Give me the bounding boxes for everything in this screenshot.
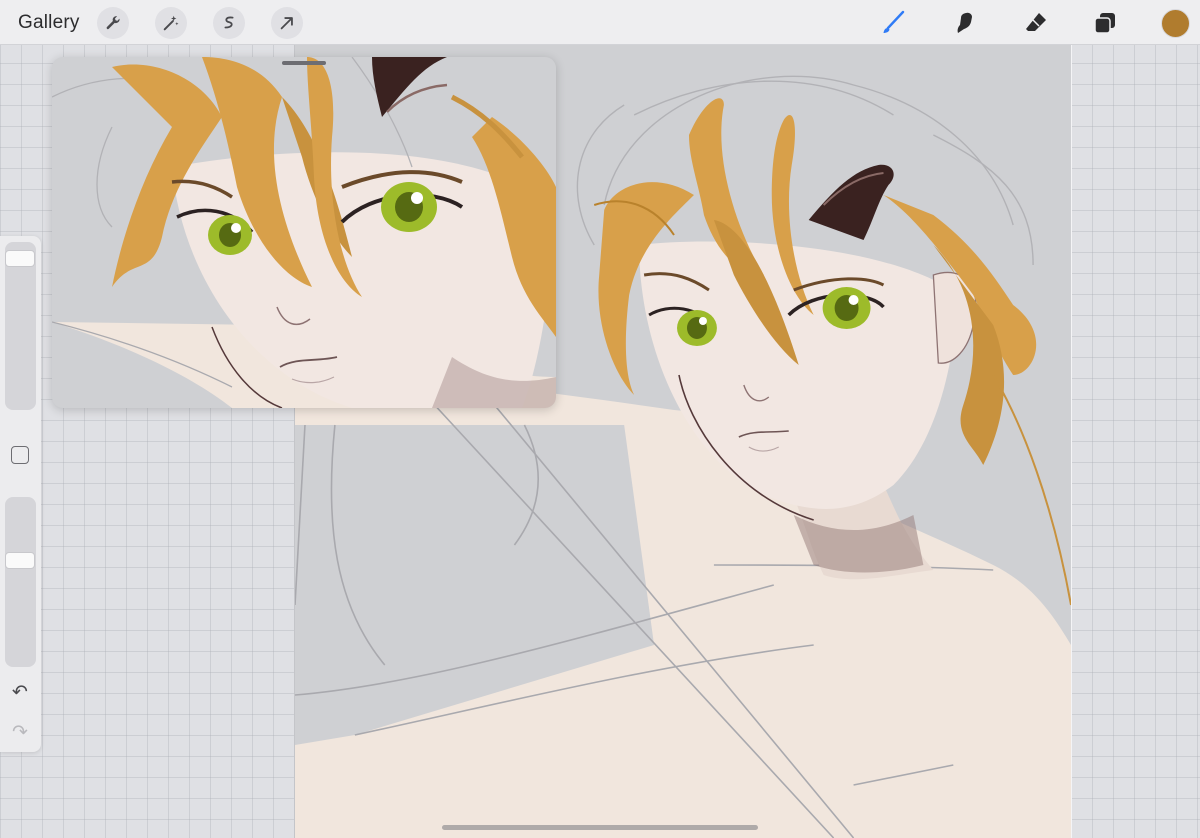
- opacity-slider[interactable]: [5, 497, 36, 667]
- brush-size-slider[interactable]: [5, 242, 36, 410]
- transform-arrow-icon[interactable]: [271, 7, 303, 39]
- selection-icon[interactable]: [213, 7, 245, 39]
- wrench-icon[interactable]: [97, 7, 129, 39]
- magic-wand-icon[interactable]: [155, 7, 187, 39]
- reference-drag-handle[interactable]: [282, 61, 326, 65]
- eraser-icon[interactable]: [1021, 8, 1051, 38]
- gallery-button[interactable]: Gallery: [18, 12, 80, 34]
- layers-icon[interactable]: [1090, 8, 1120, 38]
- top-toolbar: Gallery: [0, 0, 1200, 45]
- opacity-thumb[interactable]: [5, 552, 35, 569]
- brush-size-thumb[interactable]: [5, 250, 35, 267]
- color-picker-swatch[interactable]: [1161, 9, 1190, 38]
- brush-icon[interactable]: [878, 8, 908, 38]
- reference-image: [52, 57, 556, 408]
- undo-icon[interactable]: ↶: [8, 680, 32, 704]
- sidebar: ↶ ↷: [0, 236, 41, 752]
- home-indicator[interactable]: [442, 825, 758, 830]
- square-modify-icon[interactable]: [11, 446, 29, 464]
- redo-icon[interactable]: ↷: [8, 720, 32, 744]
- smudge-icon[interactable]: [950, 8, 980, 38]
- reference-window[interactable]: [52, 57, 556, 408]
